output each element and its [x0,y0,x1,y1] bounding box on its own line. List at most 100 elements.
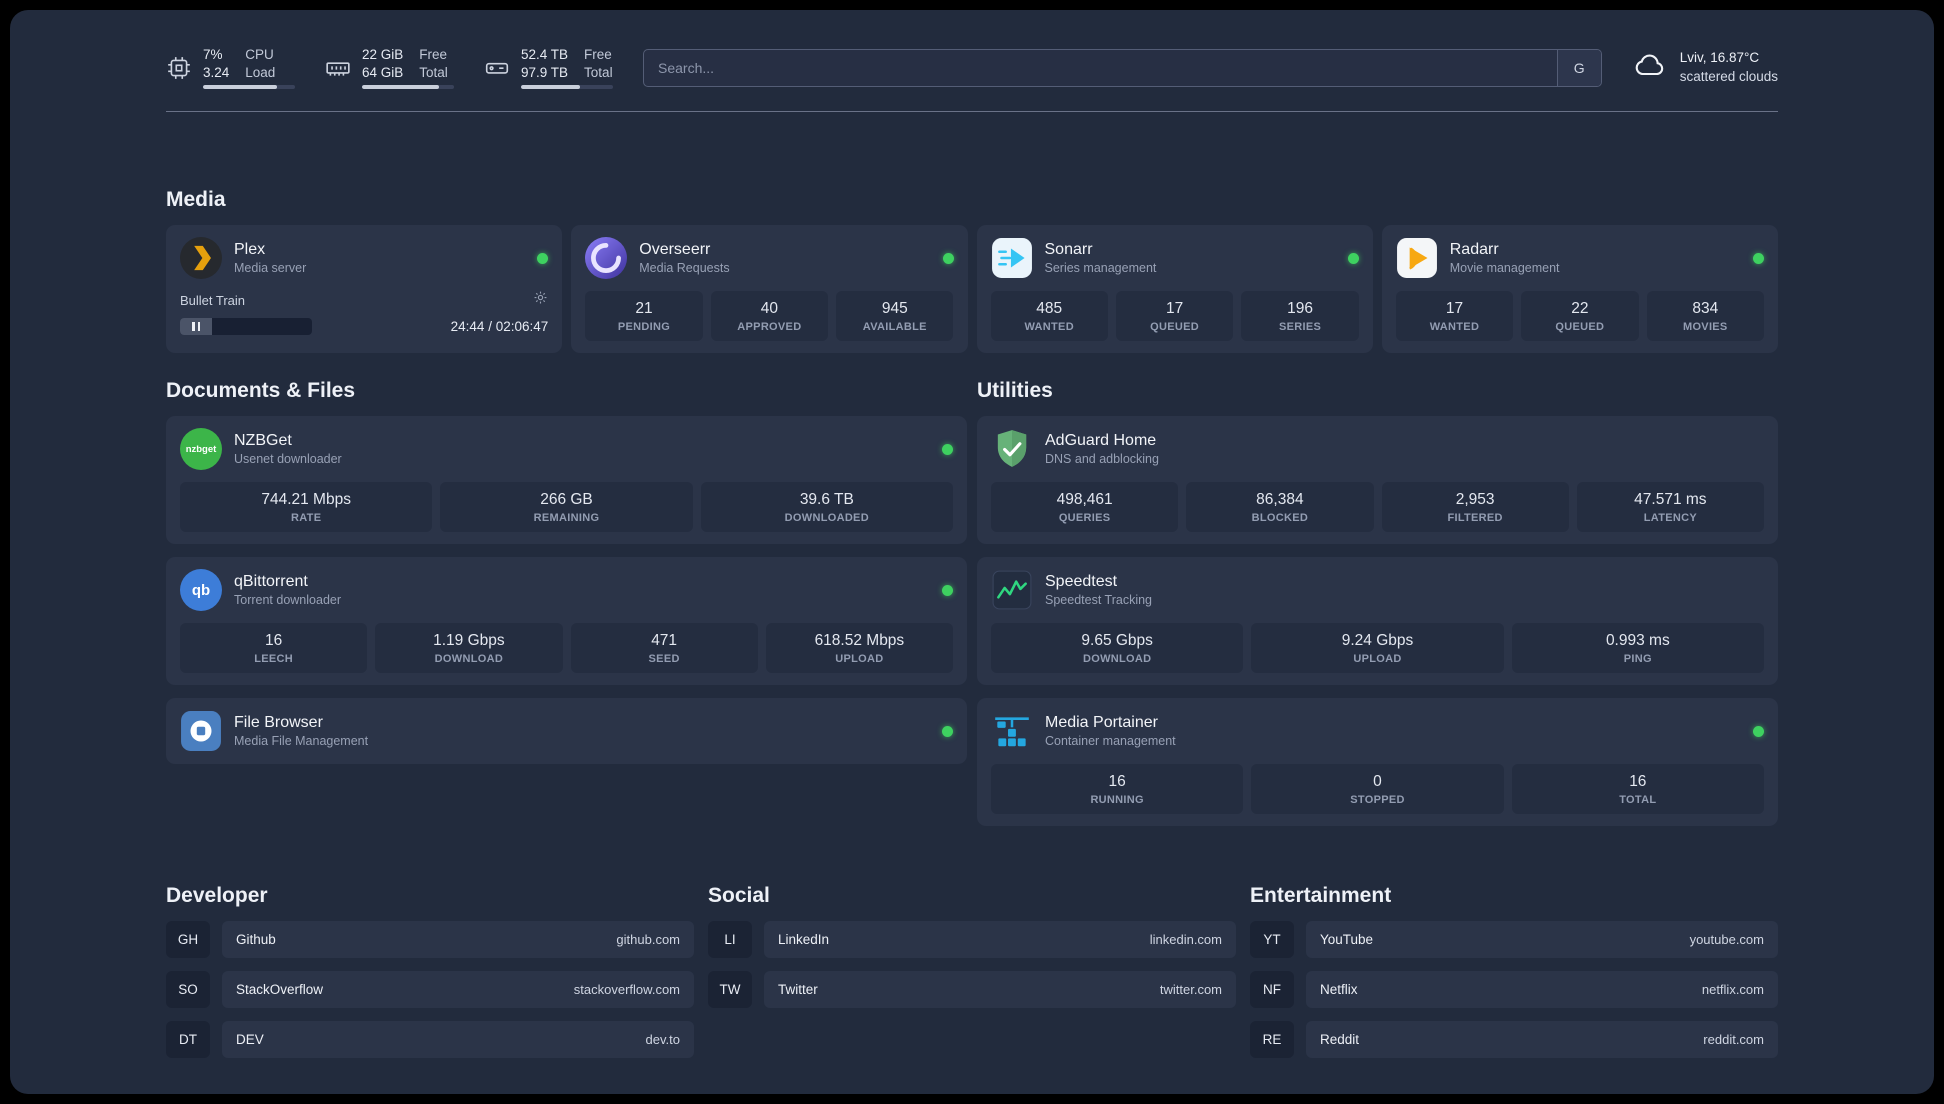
weather-widget[interactable]: Lviv, 16.87°C scattered clouds [1632,47,1778,88]
cloud-icon [1632,47,1668,88]
utilities-heading: Utilities [977,379,1053,403]
social-heading: Social [708,884,770,908]
stat-available: 945 AVAILABLE [836,291,954,342]
bookmark-abbr[interactable]: NF [1250,971,1294,1009]
cpu-load-value: 3.24 [203,64,230,80]
disk-total-value: 97.9 TB [521,64,569,80]
app-card-qbittorrent[interactable]: qb qBittorrent Torrent downloader 16 LEE… [166,557,967,686]
topbar: 7% 3.24 CPU Load 22 GiB 64 GiB Free Tota… [166,10,1778,90]
stat-leech: 16 LEECH [180,623,368,674]
bookmark-reddit[interactable]: RE Reddit reddit.com [1250,1021,1778,1059]
ram-usage-bar [362,85,454,90]
bookmark-abbr[interactable]: TW [708,971,752,1009]
portainer-crane-icon [991,710,1033,752]
bookmark-link[interactable]: Github github.com [222,921,694,959]
bookmark-link[interactable]: LinkedIn linkedin.com [764,921,1236,959]
app-subtitle: Media File Management [234,734,369,749]
stat-rate: 744.21 Mbps RATE [180,482,433,533]
stat-queued: 22 QUEUED [1521,291,1639,342]
stat-queries: 498,461 QUERIES [991,482,1179,533]
entertainment-heading: Entertainment [1250,884,1392,908]
bookmark-youtube[interactable]: YT YouTube youtube.com [1250,921,1778,959]
overseerr-icon [585,237,628,280]
hard-disk-icon [484,55,510,81]
plex-icon [180,237,222,280]
section-utilities: Utilities AdGuard Home DNS and adblockin… [977,379,1778,827]
cpu-chip-icon [166,55,192,81]
search-bar[interactable]: G [643,48,1602,87]
status-online-dot [942,725,953,737]
stat-downloaded: 39.6 TB DOWNLOADED [700,482,953,533]
app-card-filebrowser[interactable]: File Browser Media File Management [166,698,967,765]
bookmark-abbr[interactable]: YT [1250,921,1294,959]
stat-upload: 618.52 Mbps UPLOAD [765,623,953,674]
stat-filtered: 2,953 FILTERED [1381,482,1569,533]
app-card-speedtest[interactable]: Speedtest Speedtest Tracking 9.65 Gbps D… [977,557,1778,686]
documents-heading: Documents & Files [166,379,356,403]
stat-seed: 471 SEED [570,623,758,674]
app-title: AdGuard Home [1045,432,1157,450]
app-subtitle: Speedtest Tracking [1045,593,1153,608]
media-heading: Media [166,188,226,212]
app-subtitle: Media server [234,261,307,276]
bookmark-netflix[interactable]: NF Netflix netflix.com [1250,971,1778,1009]
app-card-nzbget[interactable]: nzbget NZBGet Usenet downloader 744.21 M… [166,416,967,545]
disk-label-bottom: Total [584,64,613,80]
bookmark-dev[interactable]: DT DEV dev.to [166,1021,694,1059]
topbar-divider [166,111,1778,113]
stat-stopped: 0 STOPPED [1251,764,1504,815]
search-engine-button[interactable]: G [1556,49,1601,86]
bookmark-section-developer: Developer GH Github github.com SO StackO… [166,884,694,1059]
bookmark-twitter[interactable]: TW Twitter twitter.com [708,971,1236,1009]
bookmark-link[interactable]: StackOverflow stackoverflow.com [222,971,694,1009]
app-card-adguard[interactable]: AdGuard Home DNS and adblocking 498,461 … [977,416,1778,545]
app-subtitle: DNS and adblocking [1045,452,1159,467]
app-subtitle: Container management [1045,734,1176,749]
stat-remaining: 266 GB REMAINING [440,482,693,533]
app-card-sonarr[interactable]: Sonarr Series management 485 WANTED 17 Q… [976,225,1373,354]
app-title: Radarr [1449,241,1499,259]
bookmark-stackoverflow[interactable]: SO StackOverflow stackoverflow.com [166,971,694,1009]
status-online-dot [1753,725,1764,737]
app-title: File Browser [234,714,323,732]
speedtest-graph-icon [991,569,1033,611]
bookmark-abbr[interactable]: DT [166,1021,210,1059]
bookmark-linkedin[interactable]: LI LinkedIn linkedin.com [708,921,1236,959]
status-online-dot [942,584,953,596]
bookmark-link[interactable]: DEV dev.to [222,1021,694,1059]
app-title: qBittorrent [234,573,308,591]
stat-download: 9.65 Gbps DOWNLOAD [991,623,1244,674]
app-card-overseerr[interactable]: Overseerr Media Requests 21 PENDING 40 A… [571,225,968,354]
gear-icon[interactable] [533,290,548,310]
stat-approved: 40 APPROVED [710,291,829,342]
bookmark-abbr[interactable]: GH [166,921,210,959]
pause-icon[interactable] [180,318,212,336]
search-input[interactable] [644,49,1557,86]
seek-bar[interactable] [180,318,312,336]
developer-heading: Developer [166,884,268,908]
cpu-usage-bar [203,85,295,90]
weather-condition: scattered clouds [1679,68,1778,84]
dashboard-panel: 7% 3.24 CPU Load 22 GiB 64 GiB Free Tota… [10,10,1934,1094]
bookmark-abbr[interactable]: LI [708,921,752,959]
bookmark-abbr[interactable]: SO [166,971,210,1009]
bookmark-link[interactable]: Reddit reddit.com [1306,1021,1778,1059]
bookmark-link[interactable]: YouTube youtube.com [1306,921,1778,959]
app-card-plex[interactable]: Plex Media server Bullet Train 24:44 / 0… [166,225,563,354]
app-subtitle: Movie management [1449,261,1560,276]
radarr-icon [1396,237,1438,279]
stat-upload: 9.24 Gbps UPLOAD [1251,623,1504,674]
cpu-label-top: CPU [245,47,274,62]
bookmark-github[interactable]: GH Github github.com [166,921,694,959]
stat-wanted: 485 WANTED [990,291,1108,342]
ram-label-top: Free [419,47,448,62]
stat-pending: 21 PENDING [585,291,703,342]
bookmark-link[interactable]: Netflix netflix.com [1306,971,1778,1009]
disk-stat: 52.4 TB 97.9 TB Free Total [484,46,613,90]
sonarr-icon [991,237,1033,279]
app-card-portainer[interactable]: Media Portainer Container management 16 … [977,698,1778,827]
bookmark-link[interactable]: Twitter twitter.com [764,971,1236,1009]
bookmark-abbr[interactable]: RE [1250,1021,1294,1059]
stat-series: 196 SERIES [1241,291,1359,342]
app-card-radarr[interactable]: Radarr Movie management 17 WANTED 22 QUE… [1381,225,1778,354]
